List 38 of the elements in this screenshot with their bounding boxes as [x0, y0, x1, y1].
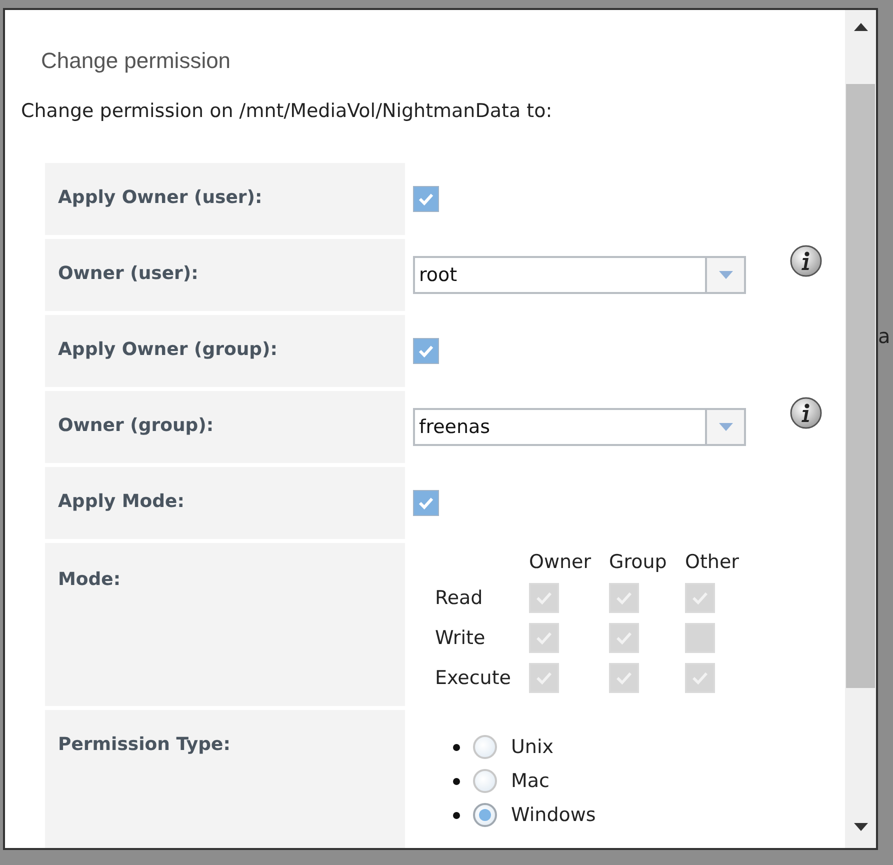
info-icon[interactable]	[790, 245, 822, 277]
info-icon[interactable]	[790, 397, 822, 429]
field-label: Mode:	[45, 543, 405, 706]
field-label: Owner (group):	[45, 391, 405, 463]
checkbox[interactable]	[413, 186, 439, 212]
field-label: Permission Type:	[45, 710, 405, 848]
bullet-icon	[453, 812, 460, 818]
checkbox[interactable]	[413, 490, 439, 516]
field-label: Apply Mode:	[45, 467, 405, 539]
field-label: Apply Owner (group):	[45, 315, 405, 387]
radio-label: Windows	[511, 804, 596, 826]
caret-icon	[718, 271, 732, 279]
checkbox[interactable]	[413, 338, 439, 364]
radio-button[interactable]	[473, 769, 497, 793]
select-dropdown[interactable]: freenas	[413, 408, 746, 446]
scroll-up-icon[interactable]	[854, 23, 868, 31]
radio-label: Mac	[511, 770, 550, 792]
column-header: Other	[685, 551, 740, 573]
radio-button[interactable]	[473, 803, 497, 827]
permission-label: Execute	[435, 667, 512, 689]
intro-text: Change permission on /mnt/MediaVol/NightmanData to:	[20, 99, 554, 124]
permission-label: Read	[435, 587, 484, 609]
select-dropdown[interactable]: root	[413, 256, 746, 294]
bullet-icon	[453, 744, 460, 750]
scrollbar-thumb[interactable]	[846, 84, 875, 688]
radio-button[interactable]	[473, 735, 497, 759]
column-header: Group	[609, 551, 668, 573]
field-label: Owner (user):	[45, 239, 405, 311]
column-header: Owner	[529, 551, 592, 573]
scroll-down-icon[interactable]	[854, 823, 868, 831]
bullet-icon	[453, 778, 460, 784]
caret-icon	[718, 423, 732, 431]
background-text: a	[878, 324, 890, 348]
permission-label: Write	[435, 627, 486, 649]
field-label: Apply Owner (user):	[45, 163, 405, 235]
dialog-title: Change permission	[40, 47, 232, 75]
scrollbar[interactable]	[845, 10, 876, 848]
radio-label: Unix	[511, 736, 554, 758]
